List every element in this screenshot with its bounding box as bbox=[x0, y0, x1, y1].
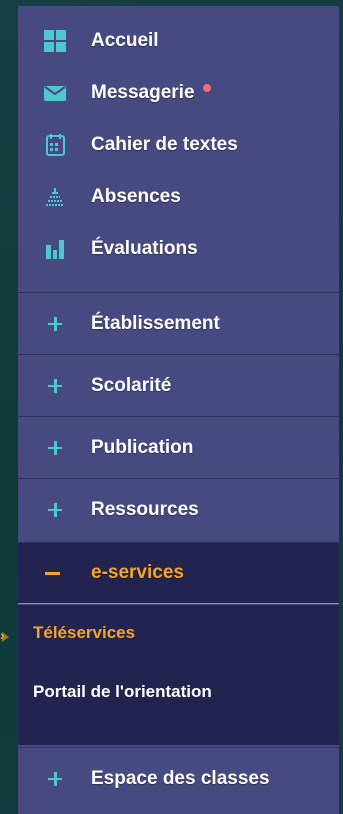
side-menu: Accueil Messagerie Cahier de textes Abse… bbox=[18, 6, 339, 814]
grid-icon bbox=[42, 28, 68, 54]
absences-icon bbox=[42, 184, 68, 210]
section-label: Ressources bbox=[91, 498, 199, 520]
menu-item-label: Cahier de textes bbox=[91, 134, 238, 155]
menu-item-label: Accueil bbox=[91, 30, 159, 51]
section-publication[interactable]: Publication bbox=[18, 416, 339, 478]
active-chevron-icon: › bbox=[0, 627, 5, 643]
section-label: Publication bbox=[91, 436, 194, 458]
section-label: Espace des classes bbox=[91, 767, 270, 789]
section-label: Établissement bbox=[91, 312, 220, 334]
menu-item-accueil[interactable]: Accueil bbox=[18, 16, 339, 66]
plus-icon bbox=[46, 501, 64, 519]
section-etablissement[interactable]: Établissement bbox=[18, 292, 339, 354]
plus-icon bbox=[46, 377, 64, 395]
menu-item-absences[interactable]: Absences bbox=[18, 172, 339, 222]
menu-item-label: Absences bbox=[91, 186, 181, 207]
bar-chart-icon bbox=[42, 236, 68, 262]
menu-item-label: Évaluations bbox=[91, 238, 198, 259]
envelope-icon bbox=[42, 80, 68, 106]
calendar-icon bbox=[42, 132, 68, 158]
section-espace-des-classes[interactable]: Espace des classes bbox=[18, 747, 339, 809]
plus-icon bbox=[46, 315, 64, 333]
submenu-item-teleservices[interactable]: Téléservices bbox=[33, 623, 135, 643]
menu-item-label: Messagerie bbox=[91, 82, 195, 103]
minus-icon bbox=[45, 572, 60, 575]
menu-item-evaluations[interactable]: Évaluations bbox=[18, 224, 339, 274]
section-ressources[interactable]: Ressources bbox=[18, 478, 339, 540]
menu-item-messagerie[interactable]: Messagerie bbox=[18, 68, 339, 118]
menu-item-cahier-de-textes[interactable]: Cahier de textes bbox=[18, 120, 339, 170]
unread-badge bbox=[202, 84, 211, 92]
section-e-services[interactable]: e-services bbox=[18, 542, 339, 604]
submenu-item-portail-orientation[interactable]: Portail de l'orientation bbox=[33, 682, 212, 702]
plus-icon bbox=[46, 770, 64, 788]
section-label: Scolarité bbox=[91, 374, 172, 396]
plus-icon bbox=[46, 439, 64, 457]
section-label: e-services bbox=[91, 562, 184, 583]
section-scolarite[interactable]: Scolarité bbox=[18, 354, 339, 416]
